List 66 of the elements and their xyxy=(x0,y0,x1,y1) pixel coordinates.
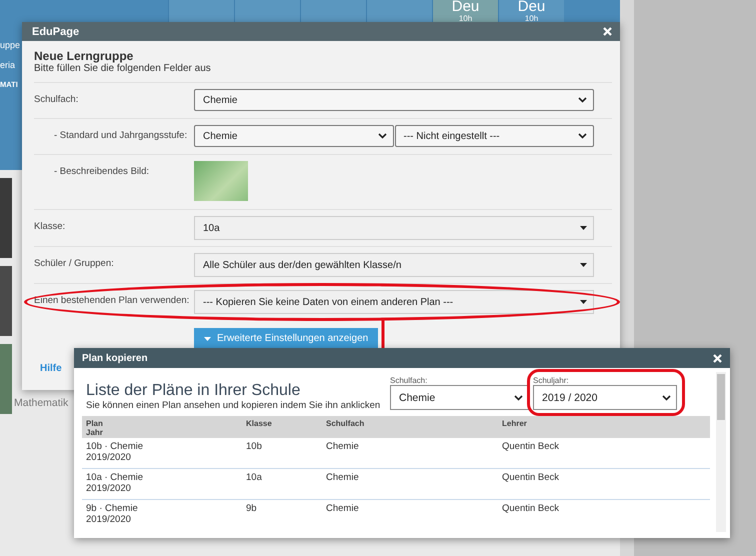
column-subtitle: Jahr xyxy=(86,428,104,437)
timetable-cell xyxy=(234,0,300,22)
close-icon[interactable] xyxy=(713,354,722,362)
table-cell[interactable]: 10b · Chemie xyxy=(86,441,238,452)
filter-label: Schuljahr: xyxy=(533,376,570,385)
select-field[interactable]: Chemie xyxy=(194,125,394,147)
table-cell[interactable]: 10a · Chemie xyxy=(86,472,238,483)
photo-placeholder xyxy=(194,161,248,201)
field-label: - Standard und Jahrgangsstufe: xyxy=(53,129,188,143)
lesson-subject: Deu xyxy=(518,0,546,14)
lesson-duration: 10h xyxy=(458,14,472,22)
table-cell-text: Chemie xyxy=(326,503,360,514)
table-cell-text: Chemie xyxy=(326,441,360,452)
caret-down-icon xyxy=(580,300,587,304)
caret-down-icon xyxy=(580,226,587,230)
close-icon[interactable] xyxy=(603,27,612,36)
column-title: Schulfach xyxy=(326,419,366,428)
chevron-down-icon xyxy=(514,394,523,400)
dialog-title: Plan kopieren xyxy=(82,352,148,364)
table-cell-text: Quentin Beck xyxy=(502,441,560,452)
chevron-down-icon xyxy=(378,133,386,139)
timetable-cell xyxy=(300,0,366,22)
photo-placeholder xyxy=(0,344,12,414)
table-cell[interactable]: 2019/2020 xyxy=(86,452,238,463)
dialog-heading: Neue Lerngruppe xyxy=(34,49,134,63)
field-label: Klasse: xyxy=(34,220,66,234)
photo-placeholder xyxy=(0,266,12,336)
table-cell-text: Quentin Beck xyxy=(502,503,560,514)
column-title: Lehrer xyxy=(502,419,528,428)
dialog-title: EduPage xyxy=(32,26,80,38)
table-cell[interactable]: 2019/2020 xyxy=(86,514,238,525)
field-label: Schüler / Gruppen: xyxy=(34,257,115,271)
select-field[interactable]: 2019 / 2020 xyxy=(533,385,677,410)
list-heading: Liste der Pläne in Ihrer Schule xyxy=(86,382,302,400)
select-field[interactable]: --- Nicht eingestellt --- xyxy=(394,125,594,147)
chevron-down-icon xyxy=(662,394,671,400)
select-field[interactable]: Chemie xyxy=(390,385,529,410)
dialog-subheading: Bitte füllen Sie die folgenden Felder aus xyxy=(34,63,212,74)
column-title: Klasse xyxy=(246,419,273,428)
caret-down-icon xyxy=(204,336,211,340)
timetable-cell xyxy=(366,0,432,22)
table-cell[interactable]: 9b · Chemie xyxy=(86,503,238,514)
table-cell[interactable]: 2019/2020 xyxy=(86,483,238,494)
lesson-subject: Deu xyxy=(452,0,480,14)
chevron-down-icon xyxy=(578,97,587,103)
dropdown-field[interactable]: Alle Schüler aus der/den gewählten Klasse/n xyxy=(194,253,594,277)
banner-text: uppe xyxy=(0,40,22,50)
chevron-down-icon xyxy=(578,133,587,139)
filter-label: Schulfach: xyxy=(390,376,428,385)
select-field[interactable]: Chemie xyxy=(194,89,594,111)
column-title: Plan xyxy=(86,419,104,428)
banner-text: eria xyxy=(0,60,16,70)
lesson-duration: 10h xyxy=(524,14,538,22)
field-label: - Beschreibendes Bild: xyxy=(53,165,150,179)
caret-down-icon xyxy=(580,263,587,267)
table-cell-text: 10a xyxy=(246,472,263,483)
table-cell-text: 9b xyxy=(246,503,258,514)
list-subheading: Sie können einen Plan ansehen und kopieren indem Sie ihn anklicken xyxy=(86,400,382,411)
dropdown-field[interactable]: 10a xyxy=(194,216,594,240)
table-cell-text: Chemie xyxy=(326,472,360,483)
course-title: Mathematik xyxy=(14,397,68,409)
field-label: Schulfach: xyxy=(34,93,80,107)
scrollbar[interactable] xyxy=(716,372,726,532)
table-cell-text: 10b xyxy=(246,441,263,452)
table-cell-text: Quentin Beck xyxy=(502,472,560,483)
dropdown-field[interactable]: --- Kopieren Sie keine Daten von einem anderen Plan --- xyxy=(194,290,594,314)
